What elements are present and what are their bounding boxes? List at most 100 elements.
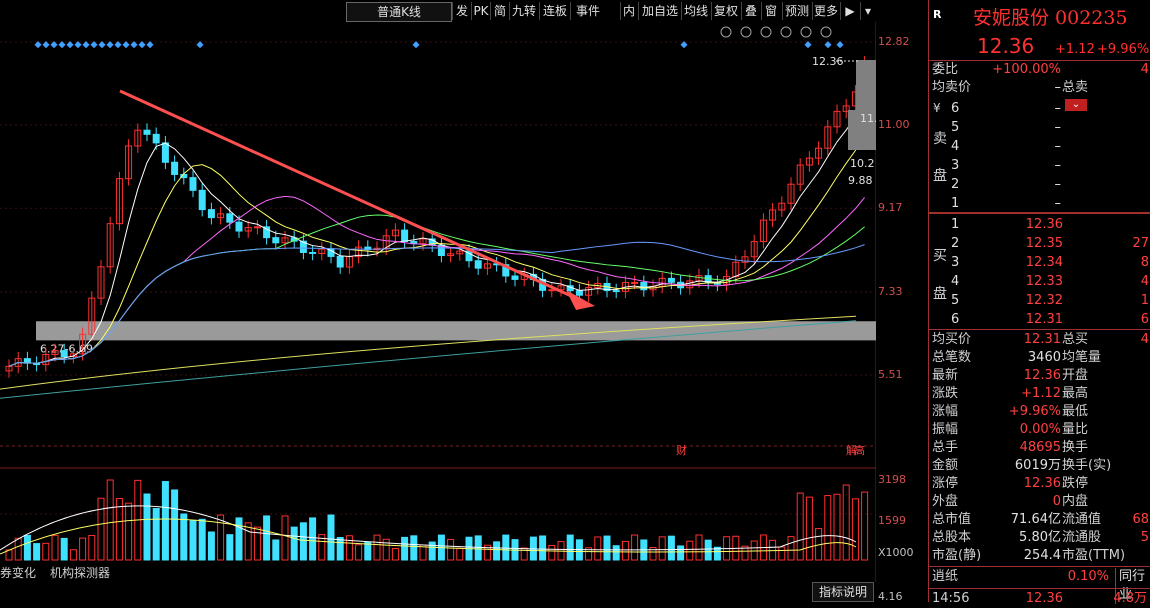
price-axis-label: 11.00	[878, 118, 910, 131]
bid-volume: 6	[1140, 312, 1149, 327]
volume-bar	[695, 534, 703, 561]
volume-bar	[290, 526, 298, 561]
junmai-label: 均卖价	[932, 80, 972, 95]
toolbar-button[interactable]: 发	[452, 2, 471, 20]
bid-row[interactable]: 3 12.34 8	[929, 254, 1150, 272]
stat-label: 均买价	[932, 332, 972, 347]
lock-icon	[740, 26, 752, 38]
candle-body	[152, 133, 160, 144]
ask-row[interactable]: 5–	[929, 119, 1150, 137]
bid-price: 12.35	[1025, 236, 1063, 251]
volume-bar	[33, 543, 41, 561]
signal-diamond-icon	[122, 41, 130, 49]
volume-bar	[750, 540, 758, 561]
bid-row[interactable]: 2 12.35 27	[929, 235, 1150, 253]
volume-bar	[198, 518, 206, 561]
toolbar-button[interactable]: 加自选	[638, 2, 681, 20]
stat-row: 外盘 0 内盘	[929, 493, 1150, 511]
bid-volume: 1	[1140, 293, 1149, 308]
more-arrow-icon[interactable]: ▶	[840, 2, 859, 20]
tab-institution-detector[interactable]: 机构探测器	[50, 564, 110, 581]
bid-row[interactable]: 6 12.31 6	[929, 311, 1150, 329]
dropdown-icon[interactable]: ▾	[860, 2, 875, 20]
price-axis-label: 9.17	[878, 201, 903, 214]
kline-chart[interactable]: 6.27-6.6912.3611.10.29.88财 解高	[0, 22, 876, 582]
candle-body	[207, 209, 215, 219]
volume-bar	[805, 496, 813, 561]
toolbar-button[interactable]: 复权	[711, 2, 740, 20]
ask-row[interactable]: 6–	[929, 100, 1150, 118]
candle-body	[253, 226, 261, 229]
toolbar-button[interactable]: 均线	[681, 2, 710, 20]
ask-row[interactable]: 4–	[929, 138, 1150, 156]
volume-bar	[189, 520, 197, 561]
bid-row[interactable]: 1 12.36	[929, 216, 1150, 234]
indicator-help-button[interactable]: 指标说明	[812, 582, 874, 602]
tab-quan-change[interactable]: 券变化	[0, 564, 36, 581]
volume-bar	[345, 535, 353, 561]
stat-label-2: 换手(实)	[1062, 458, 1112, 473]
volume-axis-label: 3198	[878, 473, 906, 486]
toolbar-button[interactable]: 简	[490, 2, 509, 20]
volume-bar	[327, 514, 335, 561]
price-axis-label: 5.51	[878, 368, 903, 381]
stat-value-2: 5	[1140, 530, 1149, 545]
bid-level: 2	[951, 236, 960, 251]
volume-bar	[502, 534, 510, 561]
ask-row[interactable]: 2–	[929, 176, 1150, 194]
stat-row: 总手 48695 换手	[929, 439, 1150, 457]
volume-bar	[272, 539, 280, 561]
toolbar-button[interactable]: 更多	[812, 2, 839, 20]
bid-price: 12.34	[1025, 255, 1063, 270]
volume-bar	[842, 484, 850, 561]
toolbar-button[interactable]: 预测	[782, 2, 811, 20]
candle-body	[309, 251, 317, 254]
ask-row[interactable]: 1–	[929, 195, 1150, 213]
eye-icon	[720, 26, 732, 38]
stat-value-2: 4	[1140, 332, 1149, 347]
bid-row[interactable]: 4 12.33 4	[929, 273, 1150, 291]
stat-label: 外盘	[932, 494, 959, 509]
volume-bar	[566, 534, 574, 561]
volume-bar	[631, 534, 639, 561]
ask-level: 1	[951, 196, 960, 211]
toolbar-button[interactable]: 内	[620, 2, 637, 20]
stat-value: +9.96%	[1008, 404, 1061, 419]
stat-value: 71.64亿	[1010, 512, 1061, 527]
bottom-tabs: 券变化 机构探测器	[0, 562, 876, 582]
volume-bar	[401, 536, 409, 561]
candle-body	[189, 177, 197, 191]
footer-pct: 0.10%	[1067, 569, 1109, 584]
volume-bar	[336, 537, 344, 561]
volume-bar	[263, 515, 271, 561]
toolbar-button[interactable]: 窗	[761, 2, 780, 20]
toolbar-button[interactable]: 九转	[509, 2, 538, 20]
r-badge: R	[933, 8, 942, 21]
junmai-value: –	[1054, 80, 1062, 95]
volume-bar	[355, 544, 363, 561]
volume-bar	[51, 534, 59, 561]
stat-value: 12.31	[1023, 332, 1061, 347]
candle-body	[336, 255, 344, 268]
volume-bar	[14, 537, 22, 561]
weibi-row: 委比 +100.00% 4	[929, 61, 1150, 79]
zongmai-label: 总卖	[1062, 80, 1089, 95]
toolbar-button[interactable]: 事件	[570, 2, 605, 20]
candle-body	[198, 189, 206, 211]
volume-bar	[520, 547, 528, 561]
volume-axis-label: 1599	[878, 514, 906, 527]
price-change: +1.12	[1055, 42, 1095, 57]
bid-row[interactable]: 5 12.32 1	[929, 292, 1150, 310]
volume-bar	[309, 517, 317, 561]
toolbar-button[interactable]: PK	[471, 2, 490, 20]
signal-diamond-icon	[66, 41, 74, 49]
candle-body	[143, 129, 151, 135]
ask-level: 4	[951, 139, 960, 154]
ktype-select[interactable]: 普通K线	[346, 2, 452, 22]
volume-bar	[152, 507, 160, 561]
toolbar-button[interactable]: 叠	[741, 2, 760, 20]
stat-value-2: 68	[1132, 512, 1149, 527]
stat-label-2: 市盈(TTM)	[1062, 548, 1126, 563]
ask-row[interactable]: 3–	[929, 157, 1150, 175]
toolbar-button[interactable]: 连板	[539, 2, 570, 20]
